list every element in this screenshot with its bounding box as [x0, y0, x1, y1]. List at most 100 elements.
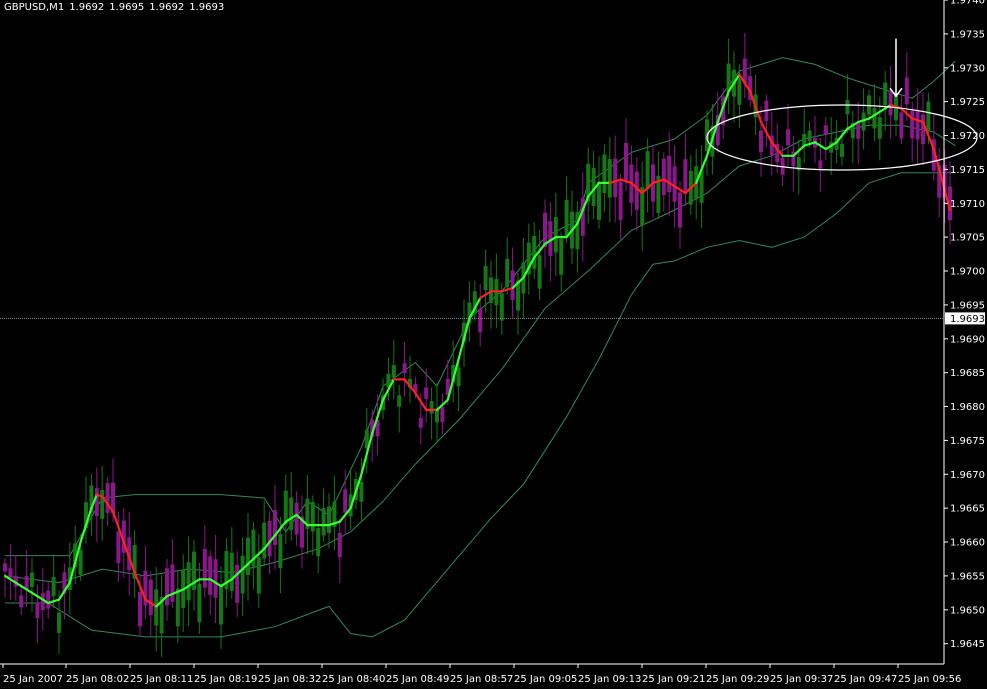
trend-line-segment [165, 588, 185, 598]
candle-body [202, 549, 207, 588]
candle-body [737, 78, 742, 105]
candle-body [337, 532, 342, 558]
candle-body [840, 143, 844, 157]
candle-body [645, 151, 650, 189]
candle-body [240, 555, 245, 594]
y-tick-label: 1.9690 [950, 334, 985, 345]
y-tick-label: 1.9715 [950, 165, 985, 176]
candle-body [505, 258, 510, 288]
y-tick-label: 1.9705 [950, 233, 985, 244]
candle-body [553, 217, 558, 253]
candle-body [343, 489, 348, 513]
low-value: 1.9692 [149, 2, 185, 13]
candle-body [478, 309, 483, 333]
candle-body [327, 506, 331, 533]
candle-body [402, 363, 407, 374]
candle-body [3, 563, 7, 572]
candle-body [910, 110, 915, 139]
candle-body [235, 565, 240, 603]
candle-body [175, 588, 180, 627]
candle-body [116, 531, 121, 563]
candle-body [35, 602, 40, 618]
candle-body [597, 181, 601, 220]
candle-body [273, 510, 277, 545]
close-value: 1.9693 [189, 2, 225, 13]
y-tick-label: 1.9680 [950, 402, 985, 413]
candle-body [289, 497, 294, 531]
candle-body [229, 552, 234, 591]
candle-body [148, 579, 153, 616]
candle-body [845, 99, 850, 115]
candle-body [57, 612, 61, 633]
candle-body [105, 483, 110, 513]
y-tick-label: 1.9670 [950, 470, 985, 481]
y-tick-label: 1.9660 [950, 538, 985, 549]
candle-body [208, 556, 213, 595]
x-tick-label: 25 Jan 09:05 [514, 674, 577, 685]
candle-body [278, 534, 283, 569]
y-tick-label: 1.9710 [950, 199, 985, 210]
candle-body [316, 527, 321, 557]
candle-body [532, 236, 537, 269]
candle-body [138, 592, 142, 627]
candle-body [872, 108, 877, 129]
candle-body [165, 568, 169, 606]
chart-window: 1.9645 1.9650 1.9655 1.9660 1.9665 1.9670 1.96… [0, 0, 987, 689]
candle-body [397, 395, 402, 407]
candle-body [661, 158, 666, 196]
y-tick-label: 1.9650 [950, 605, 985, 616]
candle-body [672, 166, 677, 202]
candle-body [915, 110, 920, 140]
candle-body [100, 490, 105, 519]
price-chart[interactable]: 1.9645 1.9650 1.9655 1.9660 1.9665 1.9670 1.96… [0, 0, 987, 689]
candle-body [904, 77, 909, 105]
y-tick-label: 1.9685 [950, 368, 985, 379]
candle-body [888, 91, 893, 116]
x-tick-label: 25 Jan 09:29 [706, 674, 769, 685]
trend-line-segment [182, 578, 201, 591]
y-tick-label: 1.9730 [950, 63, 985, 74]
candle-body [877, 117, 882, 139]
y-tick-label: 1.9645 [950, 639, 985, 650]
candle-body [418, 417, 423, 428]
open-value: 1.9692 [69, 2, 105, 13]
y-tick-label: 1.9720 [950, 131, 985, 142]
candle-body [391, 365, 396, 378]
lower-band-line [5, 172, 956, 638]
x-tick-label: 25 Jan 08:49 [386, 674, 449, 685]
candle-body [483, 265, 488, 291]
candle-body [19, 595, 24, 608]
candle-body [78, 549, 83, 575]
candle-body [602, 154, 607, 193]
high-value: 1.9695 [109, 2, 145, 13]
x-tick-label: 25 Jan 09:37 [770, 674, 833, 685]
x-tick-label: 25 Jan 09:47 [834, 674, 897, 685]
candle-body [823, 125, 828, 135]
x-tick-label: 25 Jan 09:13 [578, 674, 641, 685]
x-tick-label: 25 Jan 08:19 [194, 674, 257, 685]
candle-body [786, 129, 790, 146]
candle-body [30, 572, 34, 588]
candle-body [440, 407, 445, 422]
candle-body [564, 200, 569, 237]
x-tick-label: 25 Jan 08:57 [450, 674, 513, 685]
trend-line-segment [20, 584, 39, 598]
candle-body [256, 557, 261, 594]
chart-header: GBPUSD,M1 1.9692 1.9695 1.9692 1.9693 [4, 2, 229, 13]
y-tick-label: 1.9655 [950, 571, 985, 582]
candle-body [94, 488, 99, 517]
y-tick-label: 1.9700 [950, 267, 985, 278]
candle-body [618, 181, 623, 221]
candle-body [499, 293, 504, 321]
candle-body [294, 502, 299, 535]
symbol-label: GBPUSD,M1 [4, 2, 65, 13]
y-tick-label: 1.9665 [950, 504, 985, 515]
candle-body [424, 387, 429, 399]
candle-body [197, 583, 202, 623]
candle-body [883, 82, 888, 106]
candle-body [186, 562, 191, 601]
candle-body [359, 481, 364, 502]
candle-body [683, 159, 688, 194]
candle-body [170, 564, 175, 602]
candle-body [283, 490, 288, 525]
